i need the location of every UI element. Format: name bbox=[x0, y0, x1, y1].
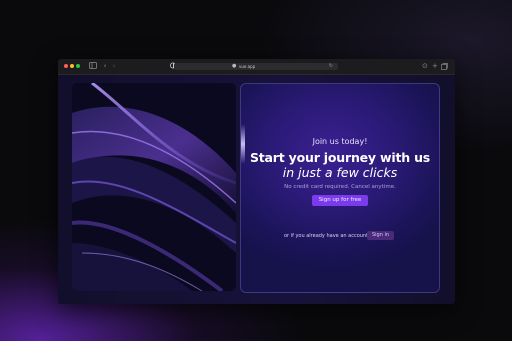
headline: Start your journey with us bbox=[249, 150, 431, 165]
headline-italic: in just a few clicks bbox=[282, 165, 398, 180]
signup-button[interactable]: Sign up for free bbox=[312, 195, 368, 206]
reload-icon[interactable]: ↻ bbox=[329, 63, 333, 70]
page-content: Join us today! Start your journey with u… bbox=[58, 75, 455, 304]
address-bar[interactable]: ● vue.app ↻ bbox=[174, 63, 338, 70]
new-tab-icon[interactable]: + bbox=[432, 62, 438, 71]
download-icon[interactable]: ⊙ bbox=[422, 62, 428, 71]
tabs-overview-icon[interactable] bbox=[441, 62, 448, 71]
eyebrow-text: Join us today! bbox=[312, 137, 368, 146]
browser-window: ‹ › ● vue.app ↻ ⊙ + Join us today! Start… bbox=[58, 59, 455, 304]
back-icon[interactable]: ‹ bbox=[102, 62, 108, 71]
zoom-window-button[interactable] bbox=[76, 64, 80, 68]
signin-prompt: or if you already have an account bbox=[284, 233, 369, 239]
hero-artwork bbox=[72, 83, 236, 291]
url-text: vue.app bbox=[239, 64, 256, 69]
forward-icon[interactable]: › bbox=[111, 62, 117, 71]
abstract-waves-image bbox=[72, 83, 236, 291]
subtext: No credit card required. Cancel anytime. bbox=[284, 184, 396, 190]
signin-button[interactable]: Sign in bbox=[367, 231, 394, 240]
close-window-button[interactable] bbox=[64, 64, 68, 68]
signup-panel: Join us today! Start your journey with u… bbox=[240, 83, 440, 293]
minimize-window-button[interactable] bbox=[70, 64, 74, 68]
sidebar-icon[interactable] bbox=[89, 62, 97, 71]
lock-icon: ● bbox=[232, 63, 237, 69]
